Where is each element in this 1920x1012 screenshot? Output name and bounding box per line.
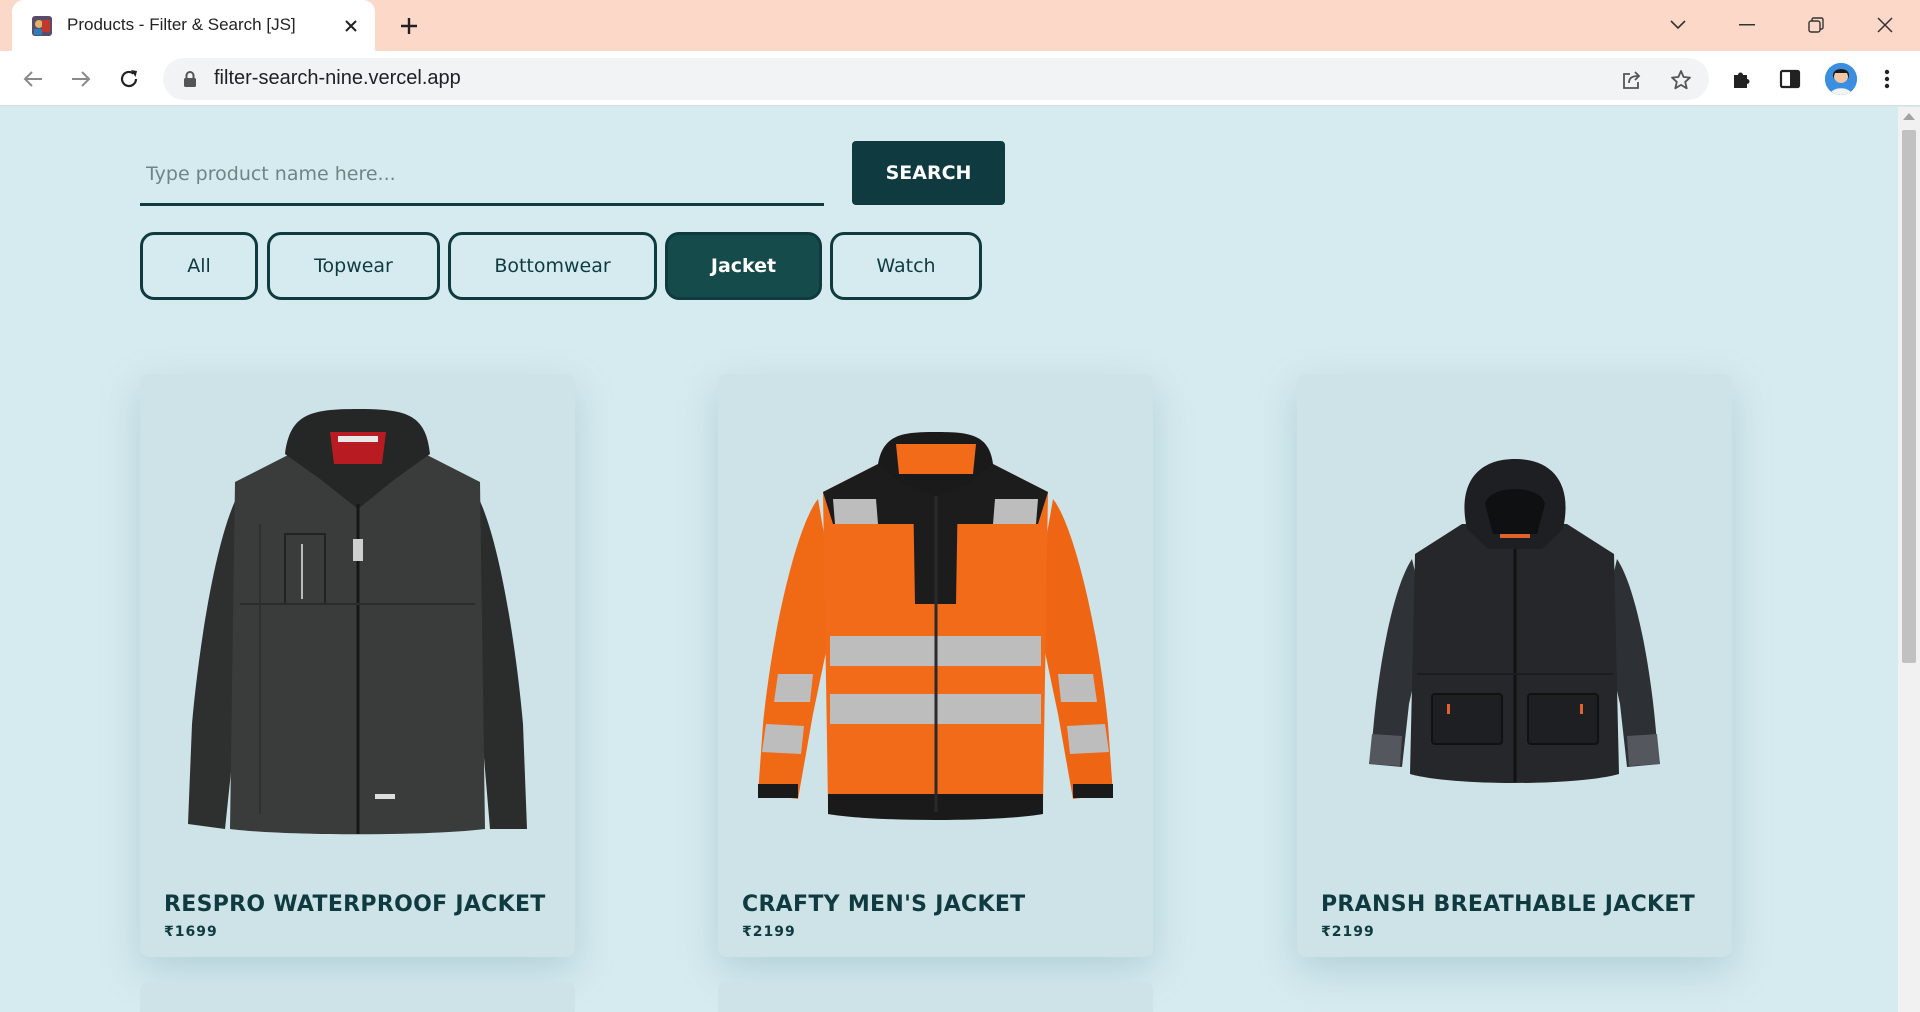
tab-title: Products - Filter & Search [JS]	[67, 15, 296, 34]
product-card[interactable]	[140, 982, 575, 1012]
scrollbar-thumb[interactable]	[1902, 130, 1916, 663]
restore-icon[interactable]	[1796, 8, 1836, 42]
extensions-puzzle-icon[interactable]	[1725, 62, 1759, 96]
close-tab-icon[interactable]	[338, 13, 364, 39]
url-text: filter-search-nine.vercel.app	[214, 67, 461, 89]
filter-watch-button[interactable]: Watch	[830, 232, 982, 300]
black-hooded-parka-image	[1369, 459, 1660, 783]
search-button[interactable]: SEARCH	[852, 141, 1005, 205]
product-name: CRAFTY MEN'S JACKET	[742, 892, 1026, 917]
orange-hi-vis-jacket-image	[758, 432, 1113, 820]
product-card[interactable]: PRANSH BREATHABLE JACKET ₹2199	[1297, 374, 1732, 957]
product-name: RESPRO WATERPROOF JACKET	[164, 892, 546, 917]
minimize-icon[interactable]	[1727, 8, 1767, 42]
bookmark-star-icon[interactable]	[1667, 66, 1695, 94]
new-tab-icon[interactable]	[394, 11, 424, 41]
product-card[interactable]: RESPRO WATERPROOF JACKET ₹1699	[140, 374, 575, 957]
page-scrollbar[interactable]	[1898, 107, 1920, 1012]
favicon-icon	[30, 14, 54, 38]
lock-icon	[183, 70, 197, 92]
product-price: ₹1699	[164, 924, 218, 940]
side-panel-icon[interactable]	[1773, 62, 1807, 96]
forward-arrow-icon[interactable]	[64, 62, 98, 96]
address-bar[interactable]: filter-search-nine.vercel.app	[163, 58, 1709, 100]
menu-kebab-icon[interactable]	[1870, 62, 1904, 96]
search-input[interactable]	[140, 144, 824, 206]
tab-search-icon[interactable]	[1658, 8, 1698, 42]
filter-bottomwear-button[interactable]: Bottomwear	[448, 232, 657, 300]
product-card[interactable]	[718, 982, 1153, 1012]
reload-icon[interactable]	[112, 62, 146, 96]
browser-toolbar: filter-search-nine.vercel.app	[0, 51, 1920, 106]
black-softshell-jacket-image	[188, 409, 527, 835]
back-arrow-icon[interactable]	[16, 62, 50, 96]
share-icon[interactable]	[1618, 66, 1646, 94]
scroll-up-arrow-icon[interactable]	[1903, 113, 1915, 120]
product-name: PRANSH BREATHABLE JACKET	[1321, 892, 1696, 917]
product-price: ₹2199	[742, 924, 796, 940]
filter-jacket-button[interactable]: Jacket	[665, 232, 822, 300]
close-window-icon[interactable]	[1865, 8, 1905, 42]
tab-strip: Products - Filter & Search [JS]	[0, 0, 1920, 51]
filter-all-button[interactable]: All	[140, 232, 258, 300]
product-price: ₹2199	[1321, 924, 1375, 940]
filter-topwear-button[interactable]: Topwear	[267, 232, 440, 300]
page-viewport: SEARCH All Topwear Bottomwear Jacket Wat…	[0, 107, 1898, 1012]
browser-tab[interactable]: Products - Filter & Search [JS]	[12, 0, 375, 51]
profile-avatar[interactable]	[1825, 63, 1857, 95]
product-card[interactable]: CRAFTY MEN'S JACKET ₹2199	[718, 374, 1153, 957]
